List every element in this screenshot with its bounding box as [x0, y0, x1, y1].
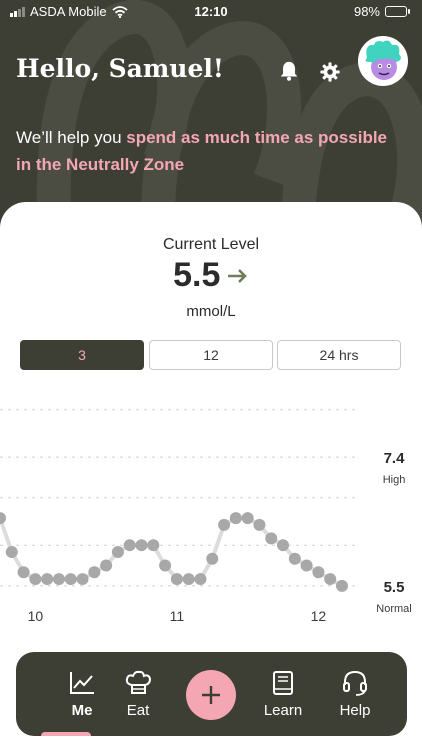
nav-item-learn[interactable]: Learn: [253, 670, 313, 719]
data-point: [17, 566, 30, 579]
data-point: [218, 518, 231, 531]
current-level-label: Current Level: [162, 236, 260, 253]
data-point: [312, 566, 325, 579]
data-point: [123, 539, 136, 552]
glucose-chart: 10 11 12 7.4 High 5.5 Normal: [0, 409, 412, 624]
gear-icon[interactable]: [319, 61, 341, 83]
add-button[interactable]: [186, 670, 236, 720]
x-tick-label: 11: [170, 608, 185, 624]
battery-percent: 98%: [353, 4, 380, 19]
bell-icon[interactable]: [278, 60, 300, 82]
data-point: [64, 573, 77, 586]
greeting-title: Hello, Samuel!: [16, 54, 224, 83]
data-point: [88, 566, 101, 579]
data-point: [52, 573, 65, 586]
battery-icon: [385, 6, 410, 17]
range-button-12h[interactable]: 12: [149, 340, 273, 370]
data-point: [300, 559, 313, 572]
data-point: [206, 552, 219, 565]
data-point: [111, 545, 124, 558]
nav-label-me: Me: [71, 702, 93, 719]
data-point: [194, 573, 207, 586]
data-point: [265, 532, 278, 545]
avatar-image: [365, 40, 401, 80]
headset-icon: [343, 670, 367, 696]
current-level-row: 5.5: [0, 256, 422, 295]
range-button-24h[interactable]: 24 hrs: [277, 340, 401, 370]
data-point: [336, 579, 348, 592]
nav-item-me[interactable]: Me: [52, 670, 112, 719]
data-point: [147, 539, 160, 552]
nav-label-help: Help: [339, 702, 371, 719]
current-level-value: 5.5: [173, 256, 221, 294]
nav-item-eat[interactable]: Eat: [108, 670, 168, 719]
trend-arrow-right-icon: [227, 268, 247, 283]
bottom-nav: Me Eat Learn Help: [16, 652, 407, 736]
data-point: [277, 539, 290, 552]
ref-name-label: Normal: [376, 603, 411, 615]
nav-item-help[interactable]: Help: [325, 670, 385, 719]
ref-value-label: 7.4: [384, 450, 406, 467]
data-point: [29, 573, 42, 586]
x-tick-label: 12: [311, 608, 327, 624]
data-point: [41, 573, 54, 586]
nav-active-indicator: [41, 732, 91, 736]
book-icon: [273, 671, 293, 695]
nav-label-learn: Learn: [263, 702, 303, 719]
ref-name-label: High: [383, 474, 406, 486]
data-point: [0, 512, 6, 525]
data-point: [288, 552, 301, 565]
unit-label: mmol/L: [186, 303, 236, 320]
tagline: We’ll help you spend as much time as pos…: [16, 124, 406, 178]
data-point: [241, 512, 254, 525]
data-point: [253, 518, 266, 531]
data-point: [229, 512, 242, 525]
data-point: [324, 573, 337, 586]
range-button-3h[interactable]: 3: [20, 340, 144, 370]
data-point: [5, 545, 18, 558]
ref-value-label: 5.5: [384, 579, 405, 596]
avatar[interactable]: [358, 36, 408, 86]
status-bar: ASDA Mobile 12:10 98%: [0, 0, 422, 22]
plus-icon: [202, 686, 220, 704]
chart-icon: [70, 672, 94, 694]
nav-label-eat: Eat: [126, 702, 150, 719]
data-point: [100, 559, 113, 572]
data-point: [76, 573, 89, 586]
data-point: [182, 573, 195, 586]
x-tick-label: 10: [28, 608, 44, 624]
data-point: [159, 559, 172, 572]
data-point: [135, 539, 148, 552]
chef-hat-icon: [125, 670, 152, 694]
data-point: [170, 573, 183, 586]
tagline-prefix: We’ll help you: [16, 128, 127, 147]
